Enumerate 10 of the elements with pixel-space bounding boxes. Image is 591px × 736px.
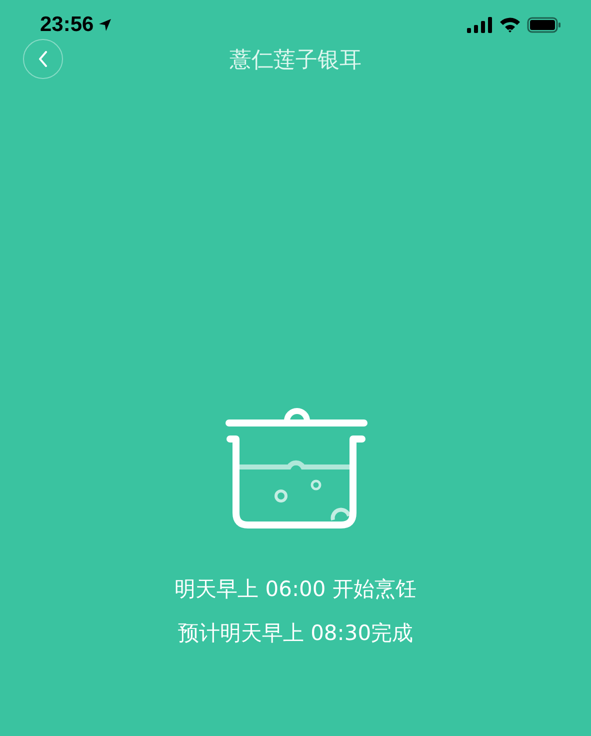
finish-time-text: 预计明天早上 08:30完成 [178,620,414,646]
start-time-text: 明天早上 06:00 开始烹饪 [174,576,416,603]
battery-icon [527,17,561,33]
wifi-icon [499,17,521,33]
status-time: 23:56 [40,12,94,38]
page-title: 薏仁莲子银耳 [230,46,362,74]
back-button[interactable] [23,39,63,79]
location-arrow-icon [98,18,112,32]
chevron-left-icon [38,51,48,67]
signal-icon [467,17,493,33]
